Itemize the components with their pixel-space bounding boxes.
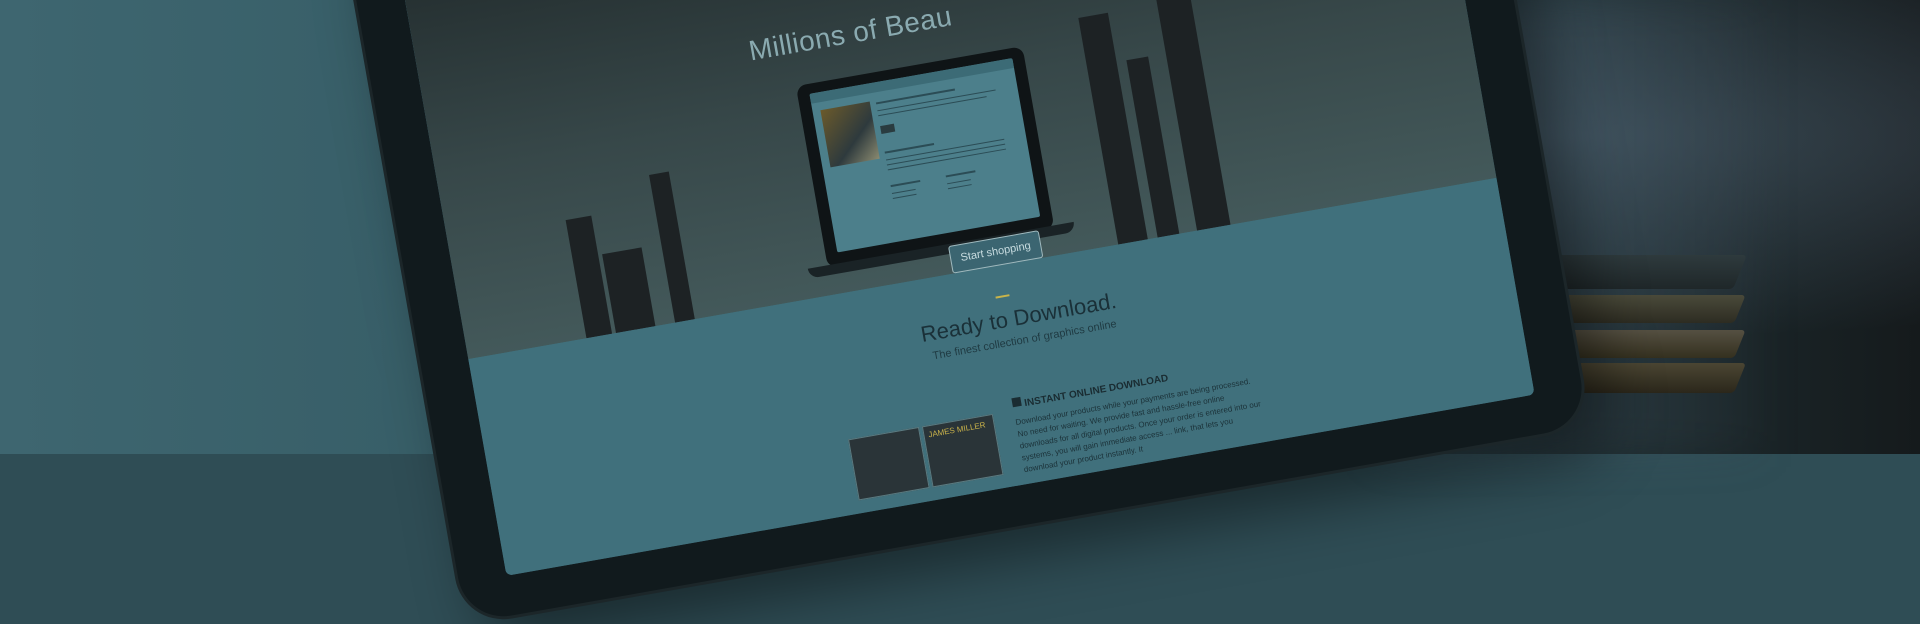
skyline-building [565, 215, 613, 339]
text-line [945, 170, 976, 178]
text-line [887, 148, 1007, 171]
product-thumbnail[interactable] [848, 426, 930, 501]
tablet-screen: Millions of Beau Start shopping Ready to… [395, 0, 1535, 576]
skyline-building [649, 171, 695, 323]
text-line [891, 188, 916, 195]
skyline-building [602, 247, 656, 334]
laptop-screen [809, 58, 1041, 253]
text-line [892, 193, 917, 199]
download-icon [1011, 396, 1022, 408]
text-line [947, 179, 971, 185]
tablet-device: Millions of Beau Start shopping Ready to… [341, 0, 1589, 624]
text-line [875, 88, 956, 105]
skyline-building [1078, 12, 1148, 245]
mini-button [880, 123, 896, 134]
product-thumbnail[interactable]: JAMES MILLER [921, 413, 1004, 488]
text-line [890, 179, 921, 188]
product-image [820, 101, 880, 168]
text-line [947, 184, 972, 190]
text-line [886, 143, 1006, 166]
hero-title: Millions of Beau [746, 0, 955, 67]
